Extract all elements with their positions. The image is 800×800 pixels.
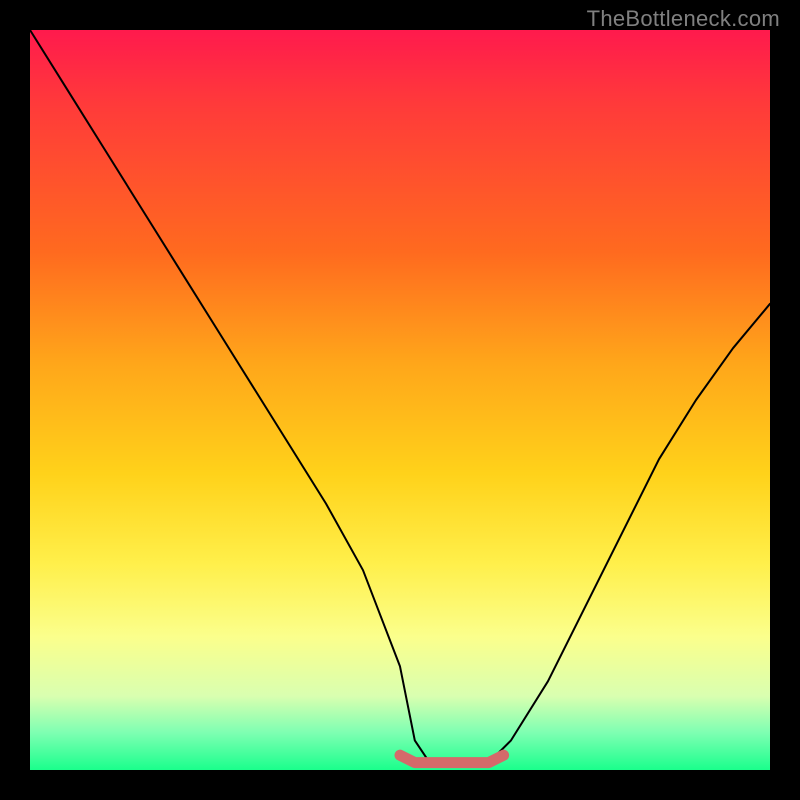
bottleneck-curve (30, 30, 770, 763)
optimal-band (400, 755, 504, 762)
plot-area (30, 30, 770, 770)
chart-frame: TheBottleneck.com (0, 0, 800, 800)
curve-layer (30, 30, 770, 770)
watermark-text: TheBottleneck.com (587, 6, 780, 32)
